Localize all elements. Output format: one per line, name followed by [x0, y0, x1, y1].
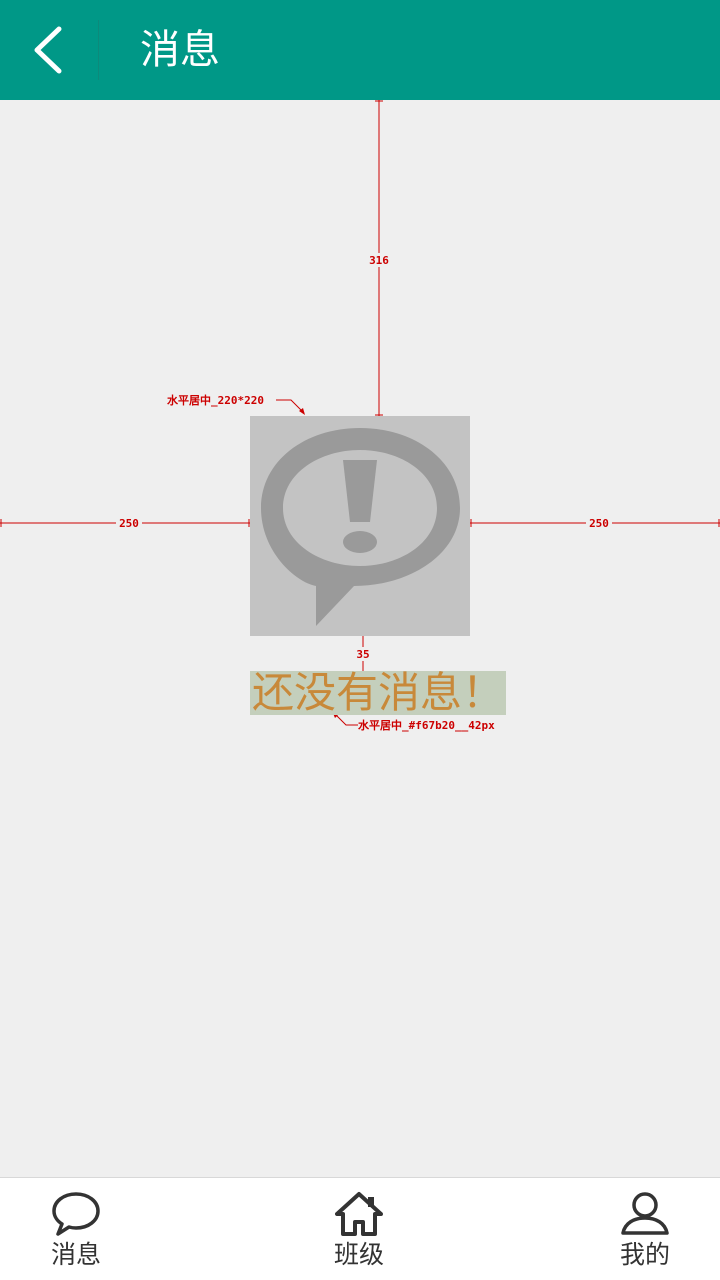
nav-item-messages[interactable]: 消息	[16, 1190, 136, 1274]
nav-label-class: 班级	[333, 1240, 384, 1269]
right-distance-label: 250	[589, 517, 609, 530]
nav-label-messages: 消息	[50, 1240, 101, 1269]
nav-label-mine: 我的	[619, 1240, 670, 1269]
text-note: 水平居中_#f67b20__42px	[358, 718, 495, 732]
empty-state-text: 还没有消息！	[250, 668, 507, 717]
home-icon	[335, 1192, 383, 1236]
left-distance-label: 250	[119, 517, 139, 530]
top-distance-label: 316	[369, 254, 389, 267]
icon-note: 水平居中_220*220	[167, 393, 264, 407]
nav-item-mine[interactable]: 我的	[585, 1190, 705, 1274]
bottom-navigation: 消息 班级 我的	[0, 1177, 720, 1280]
gap-distance-label: 35	[356, 648, 369, 661]
empty-state-image	[250, 416, 470, 636]
nav-item-class[interactable]: 班级	[299, 1190, 419, 1274]
message-alert-icon	[261, 428, 460, 626]
chat-bubble-icon	[52, 1192, 100, 1236]
user-icon	[621, 1192, 669, 1235]
